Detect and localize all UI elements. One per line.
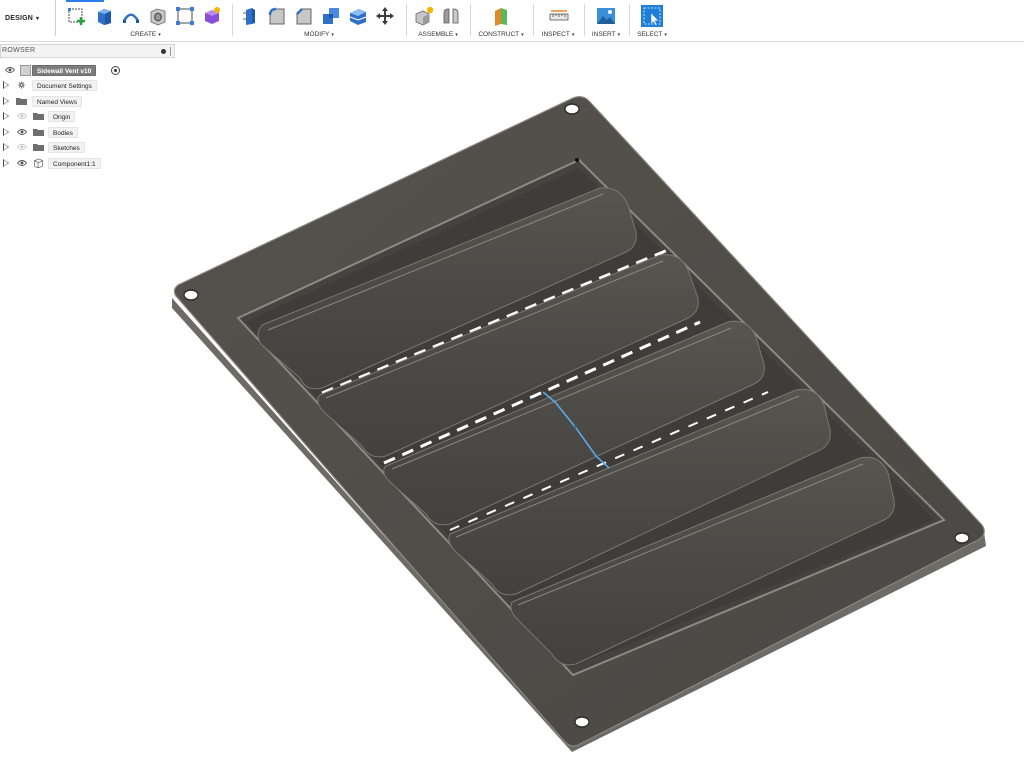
frame-marker	[575, 158, 579, 162]
divider	[629, 4, 630, 36]
folder-icon	[33, 113, 44, 120]
browser-item-origin[interactable]: Origin	[0, 110, 175, 123]
expand-arrow-icon[interactable]	[3, 112, 9, 120]
construct-menu[interactable]: CONSTRUCT ▾	[472, 31, 530, 38]
browser-item-label: Document Settings	[32, 80, 97, 91]
sketch-point[interactable]	[573, 425, 577, 429]
revolve-icon[interactable]	[117, 4, 144, 28]
eye-icon[interactable]	[17, 159, 27, 167]
modify-menu[interactable]: MODIFY ▾	[236, 31, 402, 38]
insert-group: INSERT ▾	[586, 0, 626, 42]
inspect-group: INSPECT ▾	[535, 0, 581, 42]
pin-icon[interactable]	[161, 49, 166, 54]
gear-icon	[17, 81, 26, 89]
construct-group: CONSTRUCT ▾	[472, 0, 530, 42]
inspect-menu[interactable]: INSPECT ▾	[535, 31, 581, 38]
browser-item-label: Component1:1	[48, 158, 101, 169]
assemble-group: ASSEMBLE ▾	[408, 0, 468, 42]
browser-item-label: Bodies	[48, 127, 78, 138]
create-menu[interactable]: CREATE ▾	[63, 31, 228, 38]
measure-icon[interactable]	[545, 4, 572, 28]
chevron-down-icon: ▾	[36, 15, 40, 22]
create-sketch-icon[interactable]	[63, 4, 90, 28]
workspace-label: DESIGN	[5, 14, 34, 22]
browser-item-label: Origin	[48, 111, 76, 122]
extrude-icon[interactable]	[90, 4, 117, 28]
browser-item-bodies[interactable]: Bodies	[0, 126, 175, 139]
browser-title: ROWSER	[2, 47, 36, 54]
fillet-icon[interactable]	[263, 4, 290, 28]
browser-root[interactable]: Sidewall Vent v10	[0, 64, 175, 77]
workspace-switcher[interactable]: DESIGN ▾	[0, 0, 56, 36]
document-icon	[20, 65, 31, 76]
modify-group: MODIFY ▾	[236, 0, 402, 42]
browser-item-label: Sketches	[48, 142, 85, 153]
insert-menu[interactable]: INSERT ▾	[586, 31, 626, 38]
browser-item-document-settings[interactable]: Document Settings	[0, 79, 175, 92]
eye-hidden-icon[interactable]	[17, 112, 27, 120]
expand-arrow-icon[interactable]	[3, 128, 9, 136]
browser-root-label: Sidewall Vent v10	[32, 65, 97, 76]
browser-item-sketches[interactable]: Sketches	[0, 141, 175, 154]
collapse-handle-icon[interactable]	[170, 47, 173, 56]
pattern-icon[interactable]	[171, 4, 198, 28]
offset-face-icon[interactable]	[344, 4, 371, 28]
select-menu[interactable]: SELECT ▾	[631, 31, 673, 38]
eye-icon[interactable]	[5, 66, 15, 74]
folder-icon	[33, 144, 44, 151]
browser-item-component[interactable]: Component1:1	[0, 157, 175, 170]
hole-icon[interactable]	[144, 4, 171, 28]
select-icon[interactable]	[638, 4, 665, 28]
eye-hidden-icon[interactable]	[17, 143, 27, 151]
fusion-window: DESIGN ▾ CREATE ▾ MODIFY ▾ ASSEMBLE ▾ CO…	[0, 0, 1024, 768]
expand-arrow-icon[interactable]	[3, 143, 9, 151]
expand-arrow-icon[interactable]	[3, 97, 9, 105]
toolbar: DESIGN ▾ CREATE ▾ MODIFY ▾ ASSEMBLE ▾ CO…	[0, 0, 1024, 42]
chamfer-icon[interactable]	[290, 4, 317, 28]
create-group: CREATE ▾	[63, 0, 228, 42]
expand-arrow-icon[interactable]	[3, 159, 9, 167]
insert-image-icon[interactable]	[592, 4, 619, 28]
new-component-icon[interactable]	[410, 4, 437, 28]
folder-icon	[33, 129, 44, 136]
expand-arrow-icon[interactable]	[3, 81, 9, 89]
folder-icon	[16, 98, 27, 105]
mount-hole	[574, 716, 590, 728]
joint-icon[interactable]	[437, 4, 464, 28]
mount-hole	[564, 103, 580, 115]
combine-icon[interactable]	[317, 4, 344, 28]
browser-panel: ROWSER Sidewall Vent v10 Document Settin…	[0, 44, 175, 174]
activate-icon[interactable]	[111, 66, 120, 75]
divider	[533, 4, 534, 36]
divider	[470, 4, 471, 36]
mount-hole	[183, 289, 199, 301]
divider	[232, 4, 233, 36]
divider	[406, 4, 407, 36]
divider	[584, 4, 585, 36]
press-pull-icon[interactable]	[236, 4, 263, 28]
eye-icon[interactable]	[17, 128, 27, 136]
browser-item-label: Named Views	[32, 96, 82, 107]
component-icon	[34, 158, 43, 168]
offset-plane-icon[interactable]	[487, 4, 514, 28]
create-form-icon[interactable]	[198, 4, 225, 28]
assemble-menu[interactable]: ASSEMBLE ▾	[408, 31, 468, 38]
move-icon[interactable]	[371, 4, 398, 28]
mount-hole	[954, 532, 970, 544]
browser-header[interactable]: ROWSER	[0, 44, 175, 58]
select-group: SELECT ▾	[631, 0, 673, 42]
browser-item-named-views[interactable]: Named Views	[0, 95, 175, 108]
